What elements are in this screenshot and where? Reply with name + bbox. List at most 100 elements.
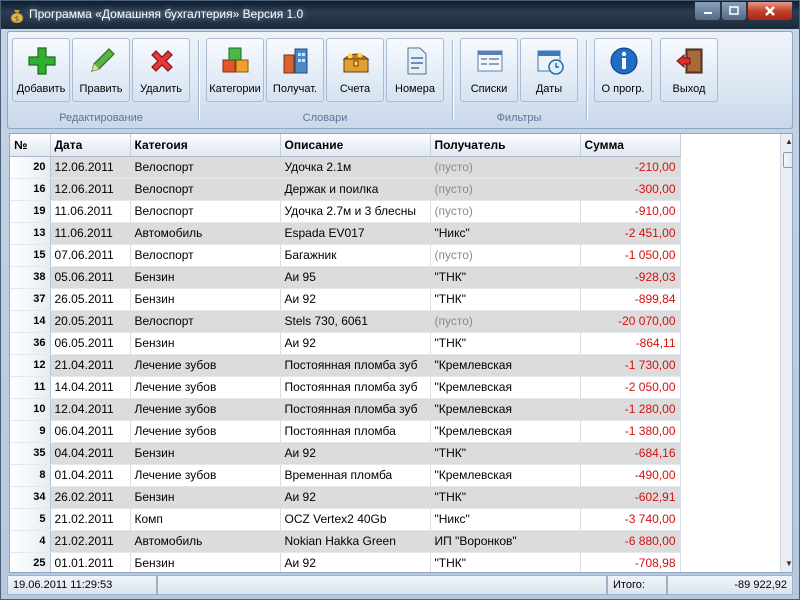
cell-date[interactable]: 21.02.2011	[50, 530, 131, 553]
row-number-cell[interactable]: 9	[10, 420, 51, 443]
cell-date[interactable]: 21.04.2011	[50, 354, 131, 377]
table-row[interactable]: 14 20.05.2011 Велоспорт Stels 730, 6061 (пус…	[10, 310, 681, 333]
table-row[interactable]: 9 06.04.2011 Лечение зубов Постоянная пломб…	[10, 420, 681, 443]
row-number-cell[interactable]: 13	[10, 222, 51, 245]
cell-description[interactable]: Nokian Hakka Green	[280, 530, 431, 553]
cell-description[interactable]: Постоянная пломба зуб	[280, 398, 431, 421]
cell-sum[interactable]: -1 280,00	[580, 398, 681, 421]
cell-payee[interactable]: (пусто)	[430, 156, 581, 179]
cell-payee[interactable]: "Кремлевская	[430, 464, 581, 487]
about-button[interactable]: О прогр.	[594, 38, 652, 102]
exit-button[interactable]: Выход	[660, 38, 718, 102]
cell-date[interactable]: 14.04.2011	[50, 376, 131, 399]
table-row[interactable]: 35 04.04.2011 Бензин Аи 92 "ТНК" -684,16	[10, 442, 681, 465]
column-header-payee[interactable]: Получатель	[430, 134, 581, 157]
cell-category[interactable]: Бензин	[130, 552, 281, 572]
cell-payee[interactable]: ИП "Воронков"	[430, 530, 581, 553]
cell-payee[interactable]: (пусто)	[430, 200, 581, 223]
dates-button[interactable]: Даты	[520, 38, 578, 102]
cell-category[interactable]: Бензин	[130, 266, 281, 289]
cell-payee[interactable]: "Кремлевская	[430, 376, 581, 399]
table-row[interactable]: 11 14.04.2011 Лечение зубов Постоянная плом…	[10, 376, 681, 399]
cell-sum[interactable]: -602,91	[580, 486, 681, 509]
cell-date[interactable]: 20.05.2011	[50, 310, 131, 333]
cell-description[interactable]: Stels 730, 6061	[280, 310, 431, 333]
cell-description[interactable]: Аи 92	[280, 332, 431, 355]
table-row[interactable]: 25 01.01.2011 Бензин Аи 92 "ТНК" -708,98	[10, 552, 681, 572]
cell-payee[interactable]: "ТНК"	[430, 266, 581, 289]
cell-category[interactable]: Бензин	[130, 486, 281, 509]
add-button[interactable]: Добавить	[12, 38, 70, 102]
scroll-down-icon[interactable]: ▼	[781, 556, 792, 572]
cell-date[interactable]: 01.01.2011	[50, 552, 131, 572]
row-number-cell[interactable]: 15	[10, 244, 51, 267]
cell-sum[interactable]: -1 050,00	[580, 244, 681, 267]
cell-description[interactable]: Удочка 2.7м и 3 блесны	[280, 200, 431, 223]
cell-category[interactable]: Велоспорт	[130, 310, 281, 333]
scroll-thumb[interactable]	[783, 152, 792, 168]
table-row[interactable]: 13 11.06.2011 Автомобиль Espada EV017 "Никс"…	[10, 222, 681, 245]
table-row[interactable]: 12 21.04.2011 Лечение зубов Постоянная плом…	[10, 354, 681, 377]
cell-category[interactable]: Лечение зубов	[130, 420, 281, 443]
cell-description[interactable]: Аи 92	[280, 442, 431, 465]
cell-payee[interactable]: (пусто)	[430, 310, 581, 333]
cell-payee[interactable]: "Кремлевская	[430, 354, 581, 377]
table-row[interactable]: 15 07.06.2011 Велоспорт Багажник (пусто) -1 0…	[10, 244, 681, 267]
cell-payee[interactable]: "Кремлевская	[430, 398, 581, 421]
cell-date[interactable]: 01.04.2011	[50, 464, 131, 487]
cell-payee[interactable]: "ТНК"	[430, 486, 581, 509]
row-number-cell[interactable]: 12	[10, 354, 51, 377]
column-header-sum[interactable]: Сумма	[580, 134, 681, 157]
cell-category[interactable]: Автомобиль	[130, 530, 281, 553]
cell-category[interactable]: Лечение зубов	[130, 398, 281, 421]
cell-payee[interactable]: "Никс"	[430, 222, 581, 245]
categories-button[interactable]: Категории	[206, 38, 264, 102]
cell-category[interactable]: Велоспорт	[130, 178, 281, 201]
row-number-cell[interactable]: 16	[10, 178, 51, 201]
cell-sum[interactable]: -2 050,00	[580, 376, 681, 399]
maximize-button[interactable]	[721, 2, 747, 21]
vertical-scrollbar[interactable]: ▲ ▼	[780, 134, 792, 572]
cell-sum[interactable]: -6 880,00	[580, 530, 681, 553]
cell-sum[interactable]: -928,03	[580, 266, 681, 289]
cell-category[interactable]: Лечение зубов	[130, 376, 281, 399]
table-row[interactable]: 5 21.02.2011 Комп OCZ Vertex2 40Gb "Никс" -3 …	[10, 508, 681, 531]
payees-button[interactable]: Получат.	[266, 38, 324, 102]
cell-date[interactable]: 26.02.2011	[50, 486, 131, 509]
cell-sum[interactable]: -300,00	[580, 178, 681, 201]
cell-description[interactable]: Аи 95	[280, 266, 431, 289]
row-number-cell[interactable]: 10	[10, 398, 51, 421]
cell-description[interactable]: Багажник	[280, 244, 431, 267]
cell-category[interactable]: Велоспорт	[130, 156, 281, 179]
cell-category[interactable]: Автомобиль	[130, 222, 281, 245]
table-row[interactable]: 19 11.06.2011 Велоспорт Удочка 2.7м и 3 бле…	[10, 200, 681, 223]
cell-date[interactable]: 05.06.2011	[50, 266, 131, 289]
cell-date[interactable]: 11.06.2011	[50, 222, 131, 245]
cell-description[interactable]: Постоянная пломба зуб	[280, 376, 431, 399]
cell-date[interactable]: 06.04.2011	[50, 420, 131, 443]
row-number-cell[interactable]: 37	[10, 288, 51, 311]
table-row[interactable]: 16 12.06.2011 Велоспорт Держак и поилка (пус…	[10, 178, 681, 201]
numbers-button[interactable]: Номера	[386, 38, 444, 102]
transactions-grid[interactable]: № Дата Категоия Описание Получатель Сумм…	[9, 133, 793, 573]
cell-date[interactable]: 12.06.2011	[50, 156, 131, 179]
cell-description[interactable]: Временная пломба	[280, 464, 431, 487]
cell-category[interactable]: Велоспорт	[130, 244, 281, 267]
cell-sum[interactable]: -1 730,00	[580, 354, 681, 377]
cell-payee[interactable]: "ТНК"	[430, 288, 581, 311]
row-number-cell[interactable]: 35	[10, 442, 51, 465]
cell-description[interactable]: OCZ Vertex2 40Gb	[280, 508, 431, 531]
cell-payee[interactable]: "Никс"	[430, 508, 581, 531]
cell-sum[interactable]: -864,11	[580, 332, 681, 355]
table-row[interactable]: 38 05.06.2011 Бензин Аи 95 "ТНК" -928,03	[10, 266, 681, 289]
cell-category[interactable]: Бензин	[130, 442, 281, 465]
cell-category[interactable]: Велоспорт	[130, 200, 281, 223]
minimize-button[interactable]	[694, 2, 721, 21]
cell-category[interactable]: Бензин	[130, 288, 281, 311]
column-header-category[interactable]: Категоия	[130, 134, 281, 157]
cell-payee[interactable]: (пусто)	[430, 244, 581, 267]
cell-date[interactable]: 26.05.2011	[50, 288, 131, 311]
column-header-description[interactable]: Описание	[280, 134, 431, 157]
cell-description[interactable]: Постоянная пломба	[280, 420, 431, 443]
cell-date[interactable]: 04.04.2011	[50, 442, 131, 465]
